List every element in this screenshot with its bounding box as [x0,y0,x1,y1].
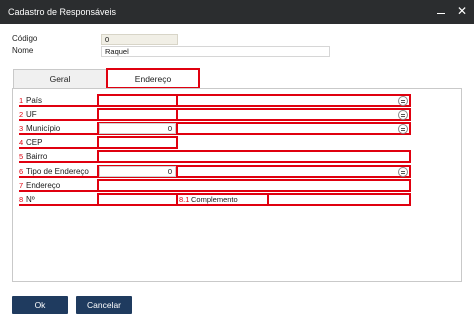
close-icon[interactable]: ✕ [454,3,470,19]
ok-button[interactable]: Ok [12,296,68,314]
highlight-line [19,176,97,178]
nome-label: Nome [12,46,34,55]
title-bar: Cadastro de Responsáveis ✕ [0,0,474,24]
highlight-line [19,147,97,149]
complemento-input[interactable] [267,193,411,206]
highlight-line [19,133,97,135]
municipio-select-icon[interactable] [398,124,408,134]
pais-name-input[interactable] [176,94,411,107]
uf-name-input[interactable] [176,108,411,121]
highlight-line [19,190,97,192]
highlight-line [19,204,97,206]
highlight-line [19,119,97,121]
municipio-code-input[interactable]: 0 [99,123,176,134]
minimize-icon[interactable] [433,3,449,19]
pais-select-icon[interactable] [398,96,408,106]
tipo-endereco-name-input[interactable] [176,165,411,178]
uf-select-icon[interactable] [398,110,408,120]
endereco-input[interactable] [97,179,411,192]
codigo-field: 0 [101,34,178,45]
window-title: Cadastro de Responsáveis [8,7,117,17]
bairro-input[interactable] [97,150,411,163]
codigo-label: Código [12,34,38,43]
tab-endereco[interactable]: Endereço [106,69,200,89]
tipo-endereco-select-icon[interactable] [398,167,408,177]
cep-input[interactable] [97,136,178,149]
municipio-name-input[interactable] [176,122,411,135]
tab-geral[interactable]: Geral [13,69,107,89]
numero-input[interactable] [97,193,178,206]
tipo-endereco-code-input[interactable]: 0 [99,166,176,177]
complemento-label-box [176,193,269,206]
highlight-line [19,161,97,163]
highlight-line [19,105,97,107]
cancel-button[interactable]: Cancelar [76,296,132,314]
uf-code-input[interactable] [97,108,178,121]
nome-field[interactable]: Raquel [101,46,330,57]
pais-code-input[interactable] [97,94,178,107]
